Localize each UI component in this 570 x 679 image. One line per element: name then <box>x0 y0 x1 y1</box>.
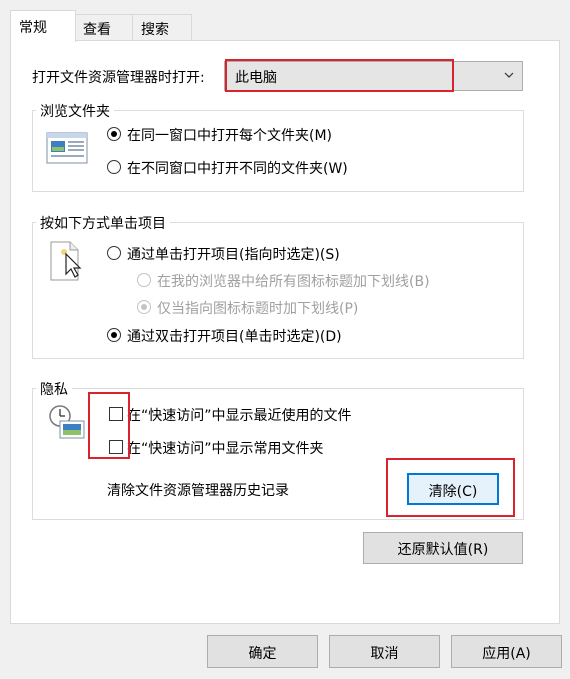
tab-search-label: 搜索 <box>141 22 169 38</box>
option-underline-hover-label: 仅当指向图标标题时加下划线(P) <box>157 301 359 317</box>
restore-defaults-label: 还原默认值(R) <box>397 542 489 558</box>
tab-search[interactable]: 搜索 <box>132 14 192 41</box>
folder-window-icon <box>46 132 88 168</box>
recent-files-label: 在“快速访问”中显示最近使用的文件 <box>127 408 352 424</box>
radio-different-window[interactable] <box>107 160 121 174</box>
open-explorer-dropdown[interactable]: 此电脑 <box>224 61 523 91</box>
radio-single-click[interactable] <box>107 246 121 260</box>
radio-double-click[interactable] <box>107 328 121 342</box>
cursor-click-icon <box>48 240 88 288</box>
frequent-folders-label: 在“快速访问”中显示常用文件夹 <box>127 441 324 457</box>
option-same-window-label: 在同一窗口中打开每个文件夹(M) <box>127 128 333 144</box>
ok-button[interactable]: 确定 <box>207 635 318 668</box>
radio-underline-all[interactable] <box>137 273 151 287</box>
clear-button[interactable]: 清除(C) <box>407 473 499 505</box>
click-items-title: 按如下方式单击项目 <box>36 213 170 233</box>
privacy-title: 隐私 <box>36 379 72 399</box>
option-different-window-label: 在不同窗口中打开不同的文件夹(W) <box>127 161 348 177</box>
open-explorer-label: 打开文件资源管理器时打开: <box>32 70 205 86</box>
apply-button-label: 应用(A) <box>482 646 531 662</box>
cancel-button[interactable]: 取消 <box>329 635 440 668</box>
privacy-clock-icon <box>46 404 86 444</box>
option-underline-all-label: 在我的浏览器中给所有图标标题加下划线(B) <box>157 274 430 290</box>
option-single-click-label: 通过单击打开项目(指向时选定)(S) <box>127 247 340 263</box>
cancel-button-label: 取消 <box>370 646 399 662</box>
option-double-click-label: 通过双击打开项目(单击时选定)(D) <box>127 329 342 345</box>
browse-folders-group <box>32 110 524 192</box>
ok-button-label: 确定 <box>248 646 277 662</box>
restore-defaults-button[interactable]: 还原默认值(R) <box>363 532 523 564</box>
tab-view-label: 查看 <box>83 22 111 38</box>
clear-history-label: 清除文件资源管理器历史记录 <box>107 483 289 499</box>
radio-same-window[interactable] <box>107 127 121 141</box>
browse-folders-title: 浏览文件夹 <box>36 101 114 121</box>
chevron-down-icon <box>504 72 514 78</box>
open-explorer-value: 此电脑 <box>235 70 277 86</box>
radio-underline-hover[interactable] <box>137 300 151 314</box>
checkbox-recent-files[interactable] <box>109 407 123 421</box>
checkbox-frequent-folders[interactable] <box>109 440 123 454</box>
apply-button[interactable]: 应用(A) <box>451 635 562 668</box>
tab-view[interactable]: 查看 <box>74 14 134 41</box>
tab-general-label: 常规 <box>19 20 47 36</box>
clear-button-label: 清除(C) <box>428 484 478 500</box>
tab-general[interactable]: 常规 <box>10 10 76 42</box>
